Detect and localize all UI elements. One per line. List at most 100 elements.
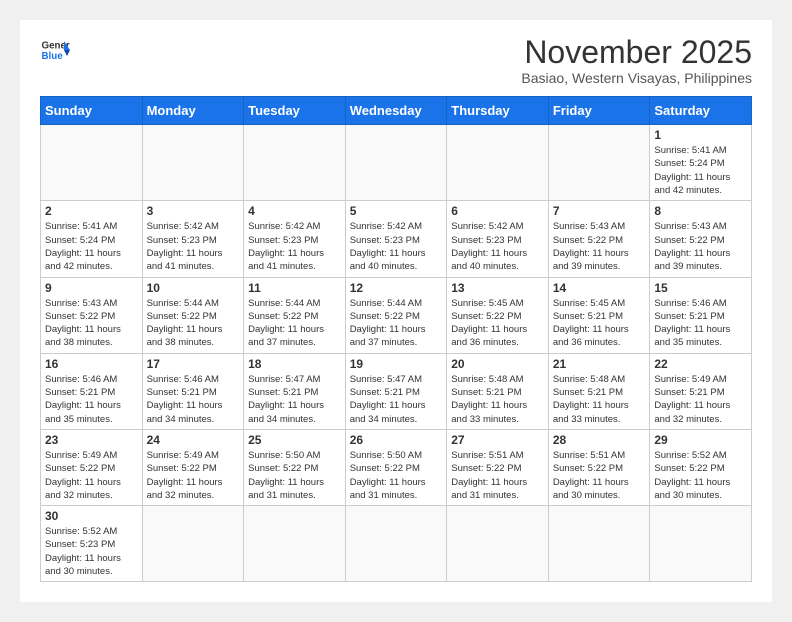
calendar-cell: 28Sunrise: 5:51 AM Sunset: 5:22 PM Dayli… xyxy=(548,429,650,505)
calendar-table: SundayMondayTuesdayWednesdayThursdayFrid… xyxy=(40,96,752,582)
day-number: 12 xyxy=(350,281,443,295)
calendar-cell: 5Sunrise: 5:42 AM Sunset: 5:23 PM Daylig… xyxy=(345,201,447,277)
day-number: 27 xyxy=(451,433,544,447)
calendar-cell: 6 Sunrise: 5:42 AM Sunset: 5:23 PM Daylig… xyxy=(447,201,549,277)
calendar-cell: 14Sunrise: 5:45 AM Sunset: 5:21 PM Dayli… xyxy=(548,277,650,353)
day-info: Sunrise: 5:42 AM Sunset: 5:23 PM Dayligh… xyxy=(248,220,341,273)
page-header: General Blue November 2025 Basiao, Weste… xyxy=(40,35,752,86)
calendar-cell: 20 Sunrise: 5:48 AM Sunset: 5:21 PM Dayli… xyxy=(447,353,549,429)
calendar-cell: 17Sunrise: 5:46 AM Sunset: 5:21 PM Dayli… xyxy=(142,353,244,429)
day-number: 1 xyxy=(654,128,747,142)
day-info: Sunrise: 5:44 AM Sunset: 5:22 PM Dayligh… xyxy=(248,297,341,350)
calendar-cell xyxy=(345,506,447,582)
day-number: 9 xyxy=(45,281,138,295)
svg-text:Blue: Blue xyxy=(42,51,64,62)
day-number: 3 xyxy=(147,204,240,218)
day-info: Sunrise: 5:42 AM Sunset: 5:23 PM Dayligh… xyxy=(147,220,240,273)
calendar-cell xyxy=(447,506,549,582)
day-info: Sunrise: 5:52 AM Sunset: 5:23 PM Dayligh… xyxy=(45,525,138,578)
day-info: Sunrise: 5:50 AM Sunset: 5:22 PM Dayligh… xyxy=(350,449,443,502)
calendar-cell: 29Sunrise: 5:52 AM Sunset: 5:22 PM Dayli… xyxy=(650,429,752,505)
day-info: Sunrise: 5:48 AM Sunset: 5:21 PM Dayligh… xyxy=(451,373,544,426)
calendar-cell: 25 Sunrise: 5:50 AM Sunset: 5:22 PM Dayli… xyxy=(244,429,346,505)
calendar-cell: 27 Sunrise: 5:51 AM Sunset: 5:22 PM Dayli… xyxy=(447,429,549,505)
calendar-cell: 1 Sunrise: 5:41 AM Sunset: 5:24 PM Daylig… xyxy=(650,125,752,201)
day-number: 25 xyxy=(248,433,341,447)
weekday-header-monday: Monday xyxy=(142,97,244,125)
weekday-header-friday: Friday xyxy=(548,97,650,125)
day-info: Sunrise: 5:43 AM Sunset: 5:22 PM Dayligh… xyxy=(654,220,747,273)
day-number: 28 xyxy=(553,433,646,447)
day-info: Sunrise: 5:41 AM Sunset: 5:24 PM Dayligh… xyxy=(45,220,138,273)
day-info: Sunrise: 5:41 AM Sunset: 5:24 PM Dayligh… xyxy=(654,144,747,197)
day-info: Sunrise: 5:49 AM Sunset: 5:21 PM Dayligh… xyxy=(654,373,747,426)
day-number: 18 xyxy=(248,357,341,371)
calendar-cell xyxy=(650,506,752,582)
calendar-cell: 4Sunrise: 5:42 AM Sunset: 5:23 PM Daylig… xyxy=(244,201,346,277)
day-number: 14 xyxy=(553,281,646,295)
calendar-cell xyxy=(345,125,447,201)
calendar-cell xyxy=(548,125,650,201)
day-info: Sunrise: 5:47 AM Sunset: 5:21 PM Dayligh… xyxy=(248,373,341,426)
calendar-cell: 24 Sunrise: 5:49 AM Sunset: 5:22 PM Dayli… xyxy=(142,429,244,505)
day-info: Sunrise: 5:47 AM Sunset: 5:21 PM Dayligh… xyxy=(350,373,443,426)
calendar-cell xyxy=(447,125,549,201)
weekday-header-saturday: Saturday xyxy=(650,97,752,125)
calendar-cell: 2 Sunrise: 5:41 AM Sunset: 5:24 PM Daylig… xyxy=(41,201,143,277)
calendar-cell xyxy=(244,125,346,201)
weekday-header-thursday: Thursday xyxy=(447,97,549,125)
calendar-cell xyxy=(142,125,244,201)
calendar-cell: 3 Sunrise: 5:42 AM Sunset: 5:23 PM Daylig… xyxy=(142,201,244,277)
day-info: Sunrise: 5:42 AM Sunset: 5:23 PM Dayligh… xyxy=(451,220,544,273)
day-info: Sunrise: 5:46 AM Sunset: 5:21 PM Dayligh… xyxy=(45,373,138,426)
day-number: 21 xyxy=(553,357,646,371)
day-number: 24 xyxy=(147,433,240,447)
location: Basiao, Western Visayas, Philippines xyxy=(521,70,752,86)
calendar-cell: 22Sunrise: 5:49 AM Sunset: 5:21 PM Dayli… xyxy=(650,353,752,429)
calendar-cell: 30 Sunrise: 5:52 AM Sunset: 5:23 PM Dayli… xyxy=(41,506,143,582)
day-number: 19 xyxy=(350,357,443,371)
day-number: 2 xyxy=(45,204,138,218)
day-number: 13 xyxy=(451,281,544,295)
calendar-cell xyxy=(548,506,650,582)
day-number: 11 xyxy=(248,281,341,295)
day-number: 6 xyxy=(451,204,544,218)
calendar-cell: 15 Sunrise: 5:46 AM Sunset: 5:21 PM Dayli… xyxy=(650,277,752,353)
calendar-cell: 21Sunrise: 5:48 AM Sunset: 5:21 PM Dayli… xyxy=(548,353,650,429)
day-number: 16 xyxy=(45,357,138,371)
month-title: November 2025 xyxy=(521,35,752,70)
day-info: Sunrise: 5:51 AM Sunset: 5:22 PM Dayligh… xyxy=(451,449,544,502)
logo-icon: General Blue xyxy=(40,35,70,65)
day-info: Sunrise: 5:52 AM Sunset: 5:22 PM Dayligh… xyxy=(654,449,747,502)
day-number: 20 xyxy=(451,357,544,371)
calendar-cell: 26 Sunrise: 5:50 AM Sunset: 5:22 PM Dayli… xyxy=(345,429,447,505)
weekday-header-tuesday: Tuesday xyxy=(244,97,346,125)
calendar-cell: 10Sunrise: 5:44 AM Sunset: 5:22 PM Dayli… xyxy=(142,277,244,353)
calendar-cell: 7Sunrise: 5:43 AM Sunset: 5:22 PM Daylig… xyxy=(548,201,650,277)
weekday-header-row: SundayMondayTuesdayWednesdayThursdayFrid… xyxy=(41,97,752,125)
calendar-cell: 12 Sunrise: 5:44 AM Sunset: 5:22 PM Dayli… xyxy=(345,277,447,353)
day-info: Sunrise: 5:46 AM Sunset: 5:21 PM Dayligh… xyxy=(654,297,747,350)
day-number: 17 xyxy=(147,357,240,371)
day-number: 5 xyxy=(350,204,443,218)
day-number: 15 xyxy=(654,281,747,295)
day-info: Sunrise: 5:44 AM Sunset: 5:22 PM Dayligh… xyxy=(350,297,443,350)
calendar-cell: 8 Sunrise: 5:43 AM Sunset: 5:22 PM Daylig… xyxy=(650,201,752,277)
day-info: Sunrise: 5:45 AM Sunset: 5:22 PM Dayligh… xyxy=(451,297,544,350)
calendar-cell xyxy=(244,506,346,582)
day-number: 8 xyxy=(654,204,747,218)
calendar-cell: 18 Sunrise: 5:47 AM Sunset: 5:21 PM Dayli… xyxy=(244,353,346,429)
calendar-cell xyxy=(41,125,143,201)
day-info: Sunrise: 5:50 AM Sunset: 5:22 PM Dayligh… xyxy=(248,449,341,502)
day-number: 30 xyxy=(45,509,138,523)
day-number: 7 xyxy=(553,204,646,218)
day-info: Sunrise: 5:49 AM Sunset: 5:22 PM Dayligh… xyxy=(147,449,240,502)
day-number: 10 xyxy=(147,281,240,295)
day-number: 26 xyxy=(350,433,443,447)
weekday-header-wednesday: Wednesday xyxy=(345,97,447,125)
calendar-cell: 11 Sunrise: 5:44 AM Sunset: 5:22 PM Dayli… xyxy=(244,277,346,353)
calendar-cell: 19 Sunrise: 5:47 AM Sunset: 5:21 PM Dayli… xyxy=(345,353,447,429)
day-info: Sunrise: 5:49 AM Sunset: 5:22 PM Dayligh… xyxy=(45,449,138,502)
title-block: November 2025 Basiao, Western Visayas, P… xyxy=(521,35,752,86)
calendar-cell: 9Sunrise: 5:43 AM Sunset: 5:22 PM Daylig… xyxy=(41,277,143,353)
